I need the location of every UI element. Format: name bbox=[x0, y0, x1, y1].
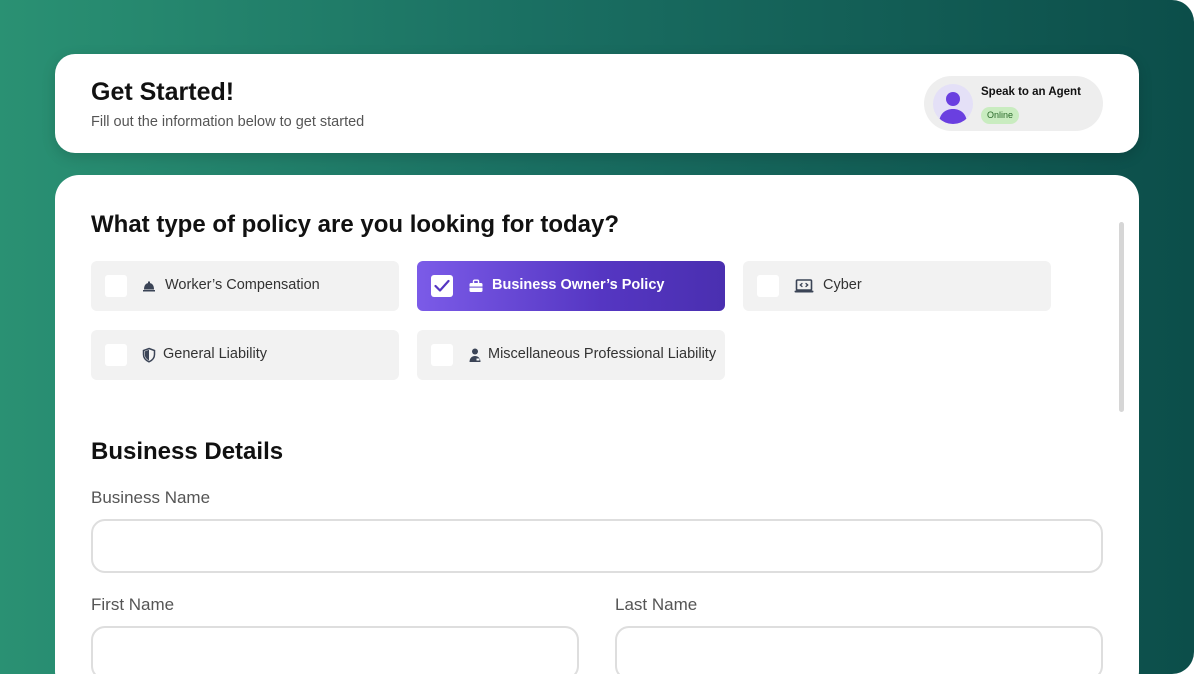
professional-user-icon bbox=[469, 348, 481, 362]
checkbox-checked[interactable] bbox=[431, 275, 453, 297]
agent-avatar bbox=[933, 84, 973, 124]
first-name-input[interactable] bbox=[91, 626, 579, 674]
checkbox[interactable] bbox=[105, 344, 127, 366]
business-name-input[interactable] bbox=[91, 519, 1103, 573]
speak-to-agent-button[interactable]: Speak to an Agent Online bbox=[924, 76, 1103, 131]
option-business-owners-policy[interactable]: Business Owner’s Policy bbox=[417, 261, 725, 311]
check-icon bbox=[434, 279, 450, 292]
page-title: Get Started! bbox=[91, 78, 235, 106]
option-miscellaneous-professional-liability[interactable]: Miscellaneous Professional Liability bbox=[417, 330, 725, 380]
hard-hat-icon bbox=[143, 281, 155, 292]
last-name-input[interactable] bbox=[615, 626, 1103, 674]
last-name-label: Last Name bbox=[615, 595, 698, 614]
shield-icon bbox=[142, 347, 156, 363]
option-cyber[interactable]: Cyber bbox=[743, 261, 1051, 311]
option-label: Worker’s Compensation bbox=[165, 277, 320, 293]
status-badge: Online bbox=[981, 107, 1020, 124]
business-details-heading: Business Details bbox=[91, 438, 284, 465]
page-subtitle: Fill out the information below to get st… bbox=[91, 114, 365, 130]
option-workers-compensation[interactable]: Worker’s Compensation bbox=[91, 261, 399, 311]
header-card: Get Started! Fill out the information be… bbox=[55, 54, 1139, 153]
checkbox[interactable] bbox=[105, 275, 127, 297]
policy-question: What type of policy are you looking for … bbox=[91, 211, 620, 238]
option-label: General Liability bbox=[163, 346, 267, 362]
option-general-liability[interactable]: General Liability bbox=[91, 330, 399, 380]
laptop-code-icon bbox=[794, 279, 814, 293]
form-card: What type of policy are you looking for … bbox=[55, 175, 1139, 674]
option-label: Miscellaneous Professional Liability bbox=[488, 346, 717, 362]
user-icon bbox=[939, 92, 967, 124]
briefcase-icon bbox=[469, 279, 483, 292]
app-background: Get Started! Fill out the information be… bbox=[0, 0, 1194, 674]
option-label: Business Owner’s Policy bbox=[492, 277, 665, 293]
checkbox[interactable] bbox=[431, 344, 453, 366]
first-name-label: First Name bbox=[91, 595, 175, 614]
business-name-label: Business Name bbox=[91, 488, 211, 507]
option-label: Cyber bbox=[823, 277, 862, 293]
scrollbar[interactable] bbox=[1119, 222, 1124, 412]
checkbox[interactable] bbox=[757, 275, 779, 297]
agent-label: Speak to an Agent bbox=[981, 86, 1081, 98]
